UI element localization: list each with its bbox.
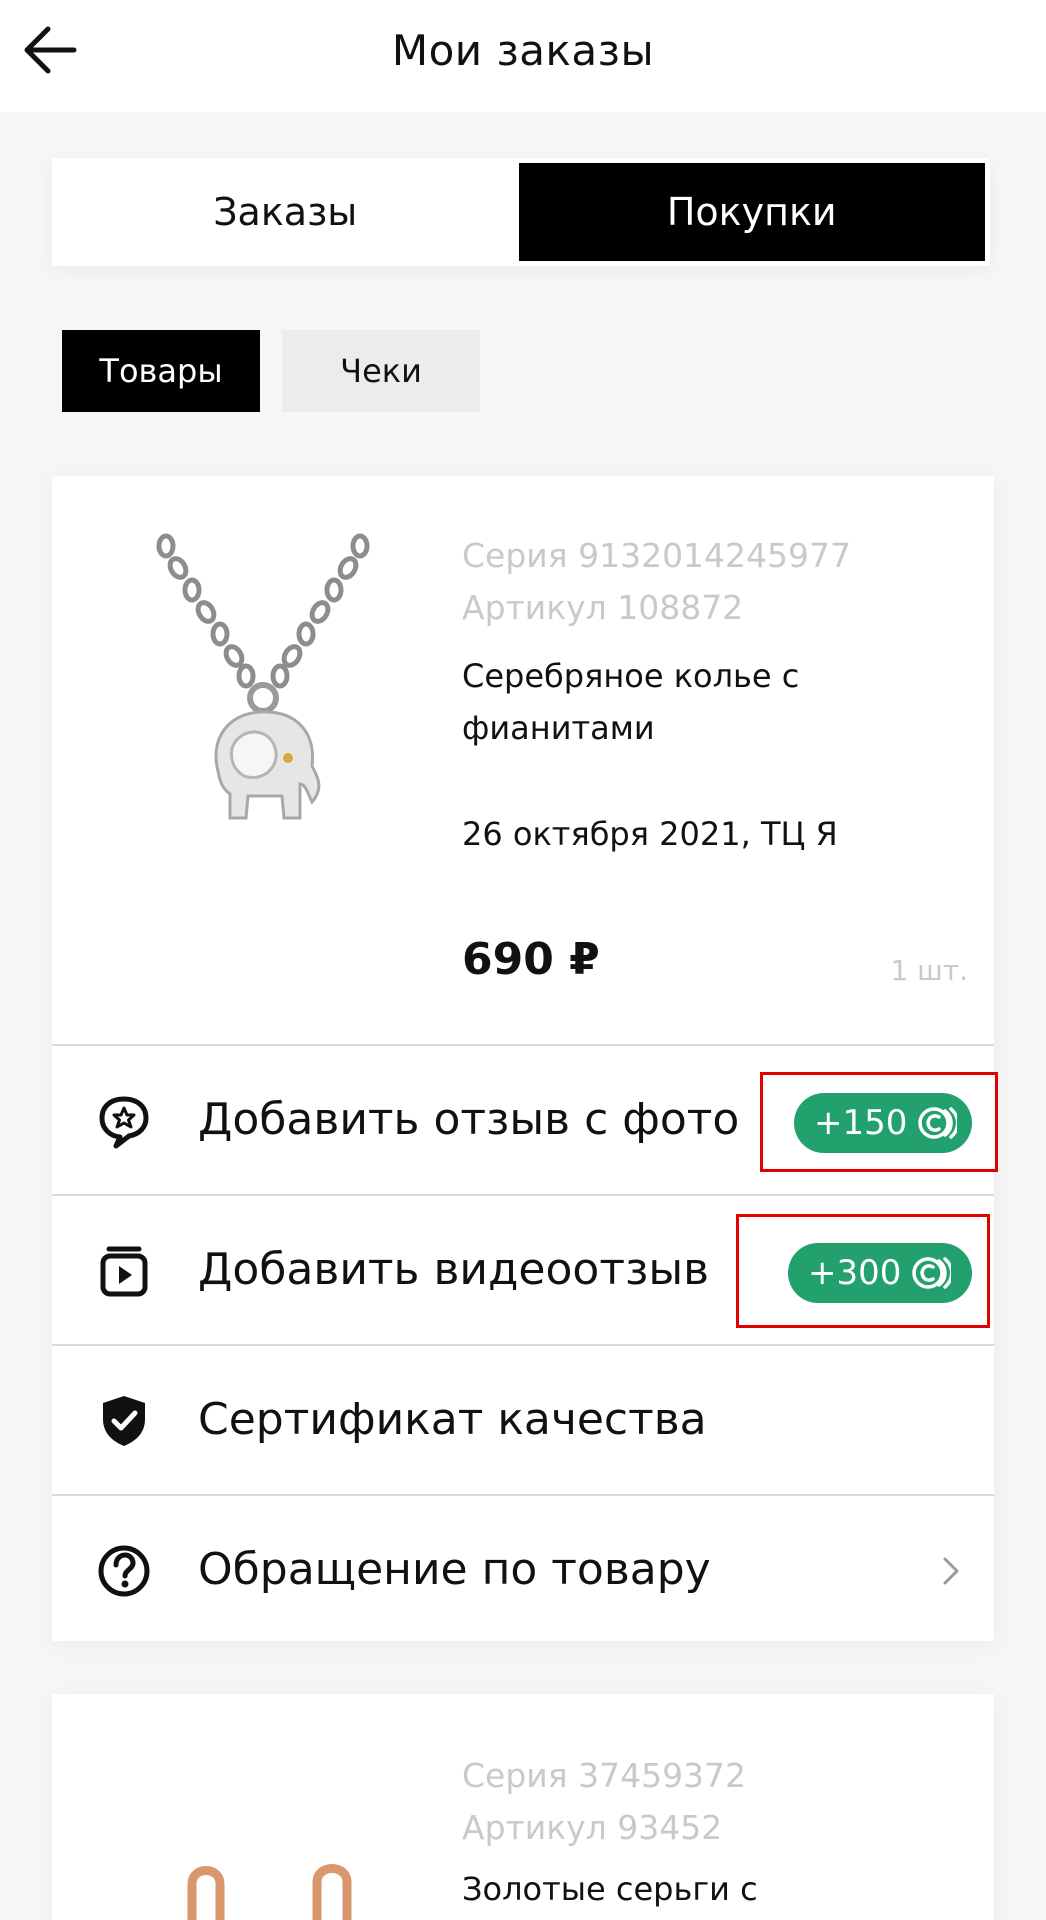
video-play-icon	[96, 1243, 152, 1299]
product-quantity: 1 шт.	[890, 954, 968, 987]
product-name[interactable]: Серебряное колье с фианитами	[462, 650, 902, 754]
top-app-bar: Мои заказы	[0, 0, 1046, 112]
product-price: 690 ₽	[462, 934, 600, 985]
product-series: Серия 9132014245977	[462, 536, 852, 575]
filter-goods[interactable]: Товары	[62, 330, 260, 412]
shield-check-icon	[96, 1393, 152, 1449]
add-video-review-row[interactable]: Добавить видеоотзыв +300	[52, 1194, 994, 1344]
gold-earrings-image	[187, 1864, 352, 1920]
orders-purchases-tabs: Заказы Покупки	[52, 158, 990, 266]
add-photo-review-label: Добавить отзыв с фото	[198, 1094, 740, 1145]
product-inquiry-row[interactable]: Обращение по товару	[52, 1494, 994, 1644]
product-inquiry-label: Обращение по товару	[198, 1544, 711, 1595]
add-photo-review-row[interactable]: Добавить отзыв с фото +150	[52, 1044, 994, 1194]
filter-receipts[interactable]: Чеки	[282, 330, 480, 412]
product-card: Серия 9132014245977 Артикул 108872 Сереб…	[52, 476, 994, 1641]
bonus-amount: +150	[814, 1103, 908, 1143]
add-video-review-label: Добавить видеоотзыв	[198, 1244, 710, 1295]
bonus-badge-300: +300	[788, 1243, 972, 1303]
product-series: Серия 37459372	[462, 1756, 747, 1795]
product-article: Артикул 93452	[462, 1808, 723, 1847]
tab-orders[interactable]: Заказы	[52, 158, 519, 266]
product-article: Артикул 108872	[462, 588, 744, 627]
elephant-necklace-image	[156, 533, 370, 820]
coin-icon	[909, 1252, 952, 1294]
question-circle-icon	[96, 1543, 152, 1599]
coin-icon	[915, 1102, 958, 1144]
purchase-date-place: 26 октября 2021, ТЦ Я	[462, 815, 838, 853]
product-card: Серия 37459372 Артикул 93452 Золотые сер…	[52, 1694, 994, 1920]
tab-purchases[interactable]: Покупки	[518, 163, 985, 261]
filter-chips: Товары Чеки	[62, 330, 480, 412]
quality-certificate-label: Сертификат качества	[198, 1394, 707, 1445]
chat-star-icon	[96, 1093, 152, 1149]
product-name[interactable]: Золотые серьги с	[462, 1870, 758, 1908]
bonus-badge-150: +150	[794, 1093, 972, 1153]
page-title: Мои заказы	[391, 26, 655, 75]
chevron-right-icon	[943, 1557, 959, 1585]
bonus-amount: +300	[808, 1253, 902, 1293]
quality-certificate-row[interactable]: Сертификат качества	[52, 1344, 994, 1494]
